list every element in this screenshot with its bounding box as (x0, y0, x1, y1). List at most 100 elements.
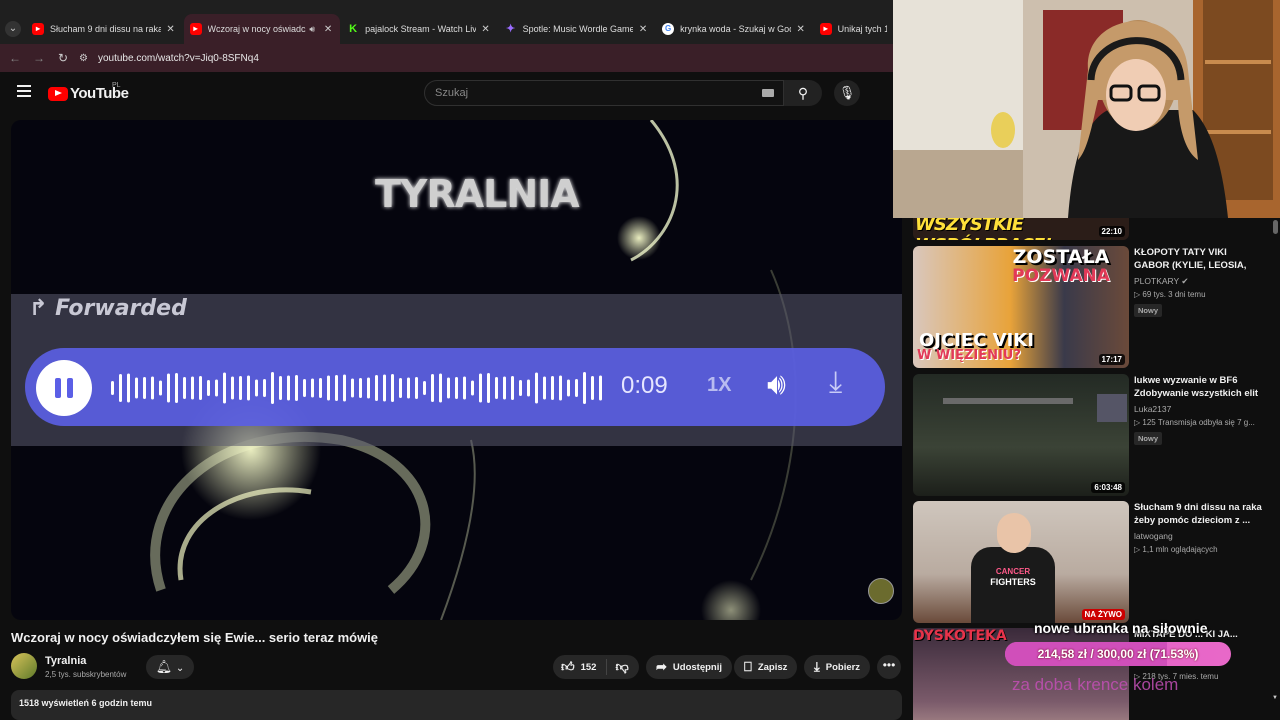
meta-text: 1,1 mln oglądających (1142, 545, 1218, 554)
country-code: PL (112, 82, 121, 89)
scrollbar-thumb[interactable] (1273, 220, 1278, 234)
video-title[interactable]: KŁOPOTY TATY VIKI GABOR (KYLIE, LEOSIA, … (1134, 246, 1262, 274)
youtube-header: YouTube PL Szukaj ⚲ 🎙︎ (0, 72, 893, 116)
forwarded-label: ↱ Forwarded (29, 296, 187, 321)
channel-name[interactable]: Luka2137 (1134, 404, 1171, 414)
microphone-icon: 🎙︎ (838, 85, 856, 100)
thumbnail-text: CANCER (995, 567, 1031, 576)
waveform-bar (439, 373, 442, 403)
download-button[interactable]: ⤓ Pobierz (804, 655, 871, 679)
notifications-button[interactable]: 🔔︎ ⌄ (146, 655, 194, 679)
browser-tab[interactable]: ▸ Słucham 9 dni dissu na raka że ✕ (26, 14, 183, 44)
waveform-bar (191, 376, 194, 400)
waveform-bar (143, 377, 146, 399)
waveform-bar (295, 375, 298, 401)
share-button[interactable]: ➦ Udostępnij (646, 655, 732, 679)
video-thumbnail[interactable]: ZOSTAŁA POZWANA OJCIEC VIKI W WIĘZIENIU?… (913, 246, 1129, 368)
waveform-bar (303, 379, 306, 397)
duration-badge: 22:10 (1098, 226, 1125, 237)
screen: ⌄ ▸ Słucham 9 dni dissu na raka że ✕ ▸ W… (0, 0, 1280, 720)
voice-search-button[interactable]: 🎙︎ (834, 80, 860, 106)
close-icon[interactable]: ✕ (637, 24, 649, 35)
related-thumbnail[interactable]: WSZYSTKIE WSPÓŁPRACE! 22:10 (913, 218, 1129, 240)
browser-tab-bar: ⌄ ▸ Słucham 9 dni dissu na raka że ✕ ▸ W… (0, 0, 893, 44)
bookmark-icon: ⎕ (744, 659, 752, 674)
video-player[interactable]: TYRALNIA ↱ Forwarded 0:09 1X 🔊︎ ⤓ (11, 120, 902, 620)
waveform-bar (351, 378, 354, 398)
like-count: 152 (580, 661, 597, 673)
reload-icon[interactable]: ↻ (51, 51, 75, 65)
kick-icon: K (347, 23, 360, 35)
url-field[interactable]: youtube.com/watch?v=Jiq0-8SFNq4 (98, 53, 259, 64)
dislike-button[interactable]: 👎︎ (607, 659, 628, 675)
like-button[interactable]: 👍︎ 152 (553, 659, 608, 675)
search-input[interactable]: Szukaj (424, 80, 784, 106)
scroll-down-icon[interactable]: ▼ (1272, 695, 1278, 701)
site-info-icon[interactable]: ⚙ (79, 53, 88, 64)
forwarded-text: Forwarded (55, 296, 187, 321)
browser-tab[interactable]: ✦ Spotle: Music Wordle Game ✕ (499, 14, 656, 44)
close-icon[interactable]: ✕ (322, 24, 334, 35)
stream-note: nowe ubranka na siłownie (1034, 620, 1208, 636)
waveform-bar (311, 378, 314, 398)
live-badge: NA ŻYWO (1081, 609, 1125, 620)
donation-goal-subtitle: za doba krence kolem (1012, 675, 1179, 694)
waveform-bar (383, 374, 386, 402)
related-video[interactable]: 6:03:48 lukwe wyzwanie w BF6 Zdobywanie … (913, 374, 1280, 496)
video-meta: ▷ 1,1 mln oglądających (1134, 545, 1218, 554)
voice-speed: 1X (707, 374, 732, 396)
search-button[interactable]: ⚲ (784, 80, 822, 106)
channel-name[interactable]: latwogang (1134, 531, 1173, 541)
close-icon[interactable]: ✕ (480, 24, 492, 35)
download-label: Pobierz (825, 661, 861, 673)
video-thumbnail[interactable]: CANCER FIGHTERS NA ŻYWO (913, 501, 1129, 623)
close-icon[interactable]: ✕ (165, 24, 177, 35)
waveform-bar (223, 372, 226, 404)
back-arrow-icon[interactable]: ← (3, 51, 27, 65)
keyboard-icon[interactable] (762, 89, 774, 97)
close-icon[interactable]: ✕ (795, 24, 807, 35)
more-icon: ••• (882, 658, 896, 672)
waveform-bar (535, 372, 538, 404)
speaker-icon: 🔊︎ (767, 368, 786, 401)
channel-name[interactable]: PLOTKARY ✔ (1134, 276, 1189, 287)
streamer-webcam-image (893, 0, 1280, 218)
sidebar-scrollbar[interactable]: ▼ (1271, 218, 1280, 720)
browser-tab[interactable]: G krynka woda - Szukaj w Google ✕ (656, 14, 813, 44)
thumbs-down-icon: 👎︎ (615, 659, 629, 674)
waveform (111, 372, 602, 404)
youtube-icon: ▸ (819, 23, 832, 35)
video-thumbnail[interactable]: 6:03:48 (913, 374, 1129, 496)
download-icon: ⤓ (814, 659, 820, 674)
waveform-bar (423, 381, 426, 395)
waveform-bar (183, 377, 186, 399)
waveform-bar (343, 374, 346, 402)
more-actions-button[interactable]: ••• (877, 655, 901, 679)
related-video[interactable]: CANCER FIGHTERS NA ŻYWO Słucham 9 dni di… (913, 501, 1280, 623)
channel-avatar[interactable] (11, 653, 37, 679)
menu-icon[interactable] (17, 85, 31, 97)
browser-tab[interactable]: ▸ Unikaj tych 10 (814, 14, 893, 44)
forward-arrow-icon[interactable]: → (27, 51, 51, 65)
video-title[interactable]: lukwe wyzwanie w BF6 Zdobywanie wszystki… (1134, 374, 1262, 402)
waveform-bar (551, 376, 554, 400)
channel-watermark[interactable] (868, 578, 894, 604)
save-button[interactable]: ⎕ Zapisz (734, 655, 798, 679)
waveform-bar (239, 376, 242, 400)
save-label: Zapisz (757, 661, 788, 673)
tab-search-button[interactable]: ⌄ (5, 21, 21, 37)
webcam-overlay (893, 0, 1280, 218)
waveform-bar (511, 376, 514, 400)
channel-name[interactable]: Tyralnia (45, 655, 86, 667)
viewers-icon: ▷ (1134, 545, 1141, 554)
speaker-icon[interactable]: 🔊︎ (309, 24, 315, 35)
description-box[interactable]: 1518 wyświetleń 6 godzin temu (11, 690, 902, 720)
related-video[interactable]: ZOSTAŁA POZWANA OJCIEC VIKI W WIĘZIENIU?… (913, 246, 1280, 368)
play-icon: ▷ (1134, 418, 1141, 427)
video-title[interactable]: Słucham 9 dni dissu na raka żeby pomóc d… (1134, 501, 1262, 527)
youtube-logo[interactable]: YouTube PL (48, 82, 129, 102)
browser-tab[interactable]: K pajalock Stream - Watch Live o ✕ (341, 14, 498, 44)
browser-tab-active[interactable]: ▸ Wczoraj w nocy oświadczył 🔊︎ ✕ (183, 14, 341, 44)
duration-badge: 17:17 (1098, 354, 1125, 365)
waveform-bar (391, 374, 394, 402)
